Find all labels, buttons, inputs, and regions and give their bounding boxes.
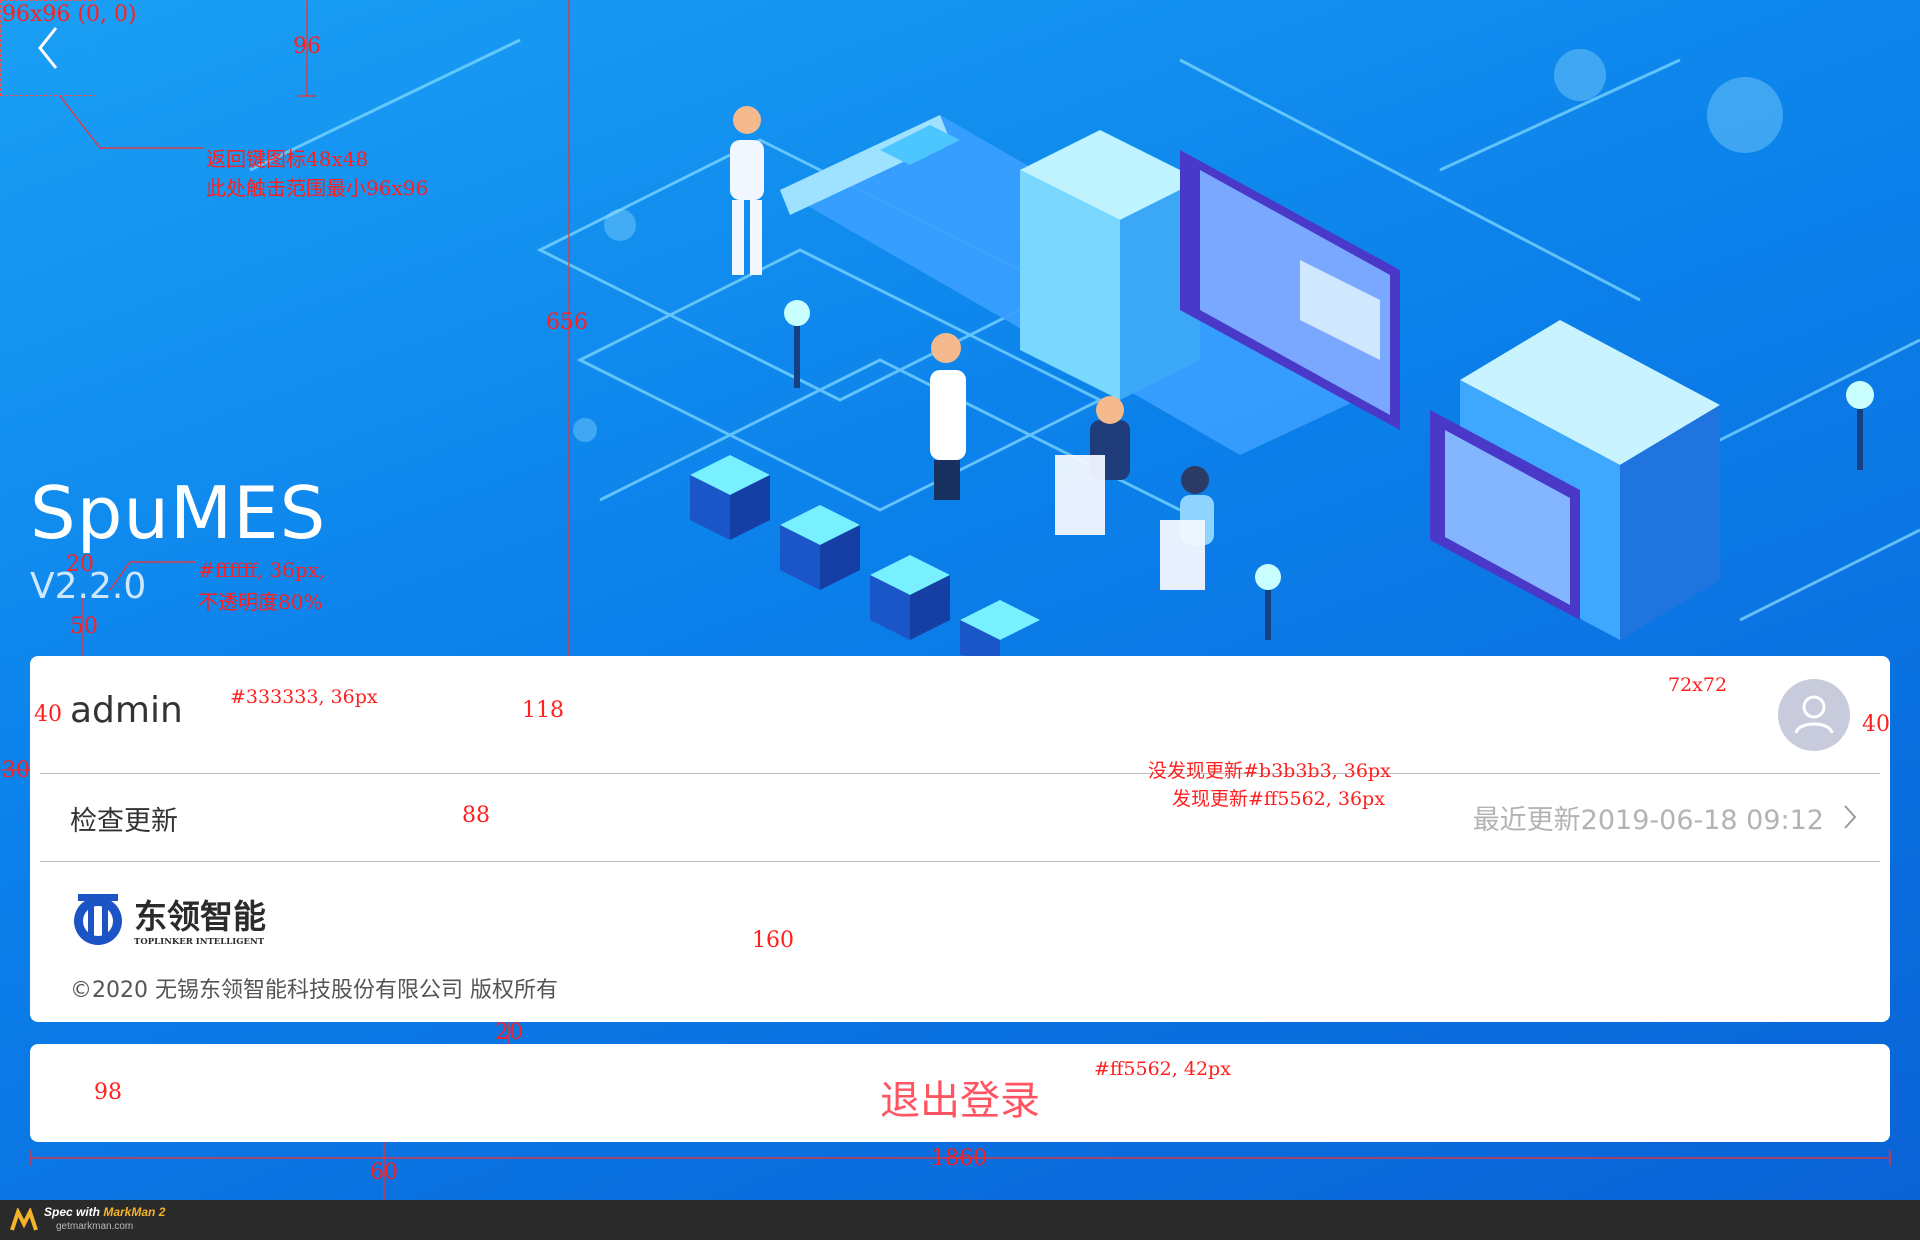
annotation-logout-note: #ff5562, 42px xyxy=(1094,1058,1231,1080)
annotation-logout-height: 98 xyxy=(94,1080,122,1105)
annotation-user-row-height: 118 xyxy=(522,698,564,723)
annotation-update-row-height: 88 xyxy=(462,803,490,828)
annotation-back-note-1: 返回键图标48x48 xyxy=(206,147,369,171)
chevron-right-icon xyxy=(1844,805,1857,829)
account-card: admin 检查更新 最近更新2019-06-18 09:12 东领智能 TOP… xyxy=(30,656,1890,1022)
copyright-text: ©2020 无锡东领智能科技股份有限公司 版权所有 xyxy=(70,978,558,1003)
markman-footer: Spec with MarkMan 2 getmarkman.com xyxy=(0,1200,1920,1240)
footer-spec-text: Spec with xyxy=(44,1205,104,1219)
annotation-back-size: 96x96 (0, 0) xyxy=(2,2,137,27)
annotation-username-note: #333333, 36px xyxy=(230,686,378,708)
annotation-avatar-right: 40 xyxy=(1862,712,1890,737)
user-row: admin xyxy=(30,656,1890,774)
annotation-version-note-2: 不透明度80% xyxy=(198,590,323,614)
annotation-logout-gap: 20 xyxy=(495,1020,523,1045)
gear-logo-icon xyxy=(74,894,122,945)
annotation-version-note-1: #ffffff, 36px, xyxy=(198,558,326,582)
annotation-company-row-height: 160 xyxy=(752,928,794,953)
annotation-update-found: 发现更新#ff5562, 36px xyxy=(1172,788,1385,810)
company-row: 东领智能 TOPLINKER INTELLIGENT ©2020 无锡东领智能科… xyxy=(30,862,1890,1022)
annotation-avatar-size: 72x72 xyxy=(1668,674,1728,696)
annotation-content-width: 1860 xyxy=(931,1146,987,1171)
footer-brand: MarkMan 2 xyxy=(103,1205,166,1219)
logo-en-text: TOPLINKER INTELLIGENT xyxy=(134,937,265,947)
app-version: V2.2.0 xyxy=(30,566,147,607)
user-icon xyxy=(1794,695,1834,734)
annotation-card-left: 30 xyxy=(2,758,30,783)
annotation-update-none: 没发现更新#b3b3b3, 36px xyxy=(1148,760,1391,782)
app-name: SpuMES xyxy=(30,471,327,555)
annotation-banner-height: 656 xyxy=(546,310,588,335)
markman-logo-icon xyxy=(10,1208,38,1231)
annotation-back-height: 96 xyxy=(293,34,321,59)
logout-button[interactable]: 退出登录 xyxy=(30,1044,1890,1142)
check-update-row[interactable]: 检查更新 最近更新2019-06-18 09:12 xyxy=(30,774,1890,862)
annotation-card-gap: 50 xyxy=(70,614,98,639)
annotation-user-left: 40 xyxy=(34,702,62,727)
company-logo-graphic: 东领智能 TOPLINKER INTELLIGENT xyxy=(74,894,266,947)
annotation-back-note-2: 此处触击范围最小96x96 xyxy=(206,176,429,200)
company-logo: 东领智能 TOPLINKER INTELLIGENT xyxy=(70,890,310,957)
annotation-bottom-gap: 60 xyxy=(370,1160,398,1185)
banner-background: 96x96 (0, 0) 96 返回键图标48x48 此处触击范围最小96x96… xyxy=(0,0,1920,1200)
footer-spec-line: Spec with MarkMan 2 xyxy=(44,1205,165,1219)
logout-label: 退出登录 xyxy=(880,1078,1040,1124)
footer-site: getmarkman.com xyxy=(56,1221,134,1232)
update-status: 最近更新2019-06-18 09:12 xyxy=(1472,805,1824,836)
username: admin xyxy=(70,690,183,731)
check-update-label: 检查更新 xyxy=(70,806,178,837)
logo-cn-text: 东领智能 xyxy=(134,897,266,936)
avatar[interactable] xyxy=(1778,679,1850,751)
